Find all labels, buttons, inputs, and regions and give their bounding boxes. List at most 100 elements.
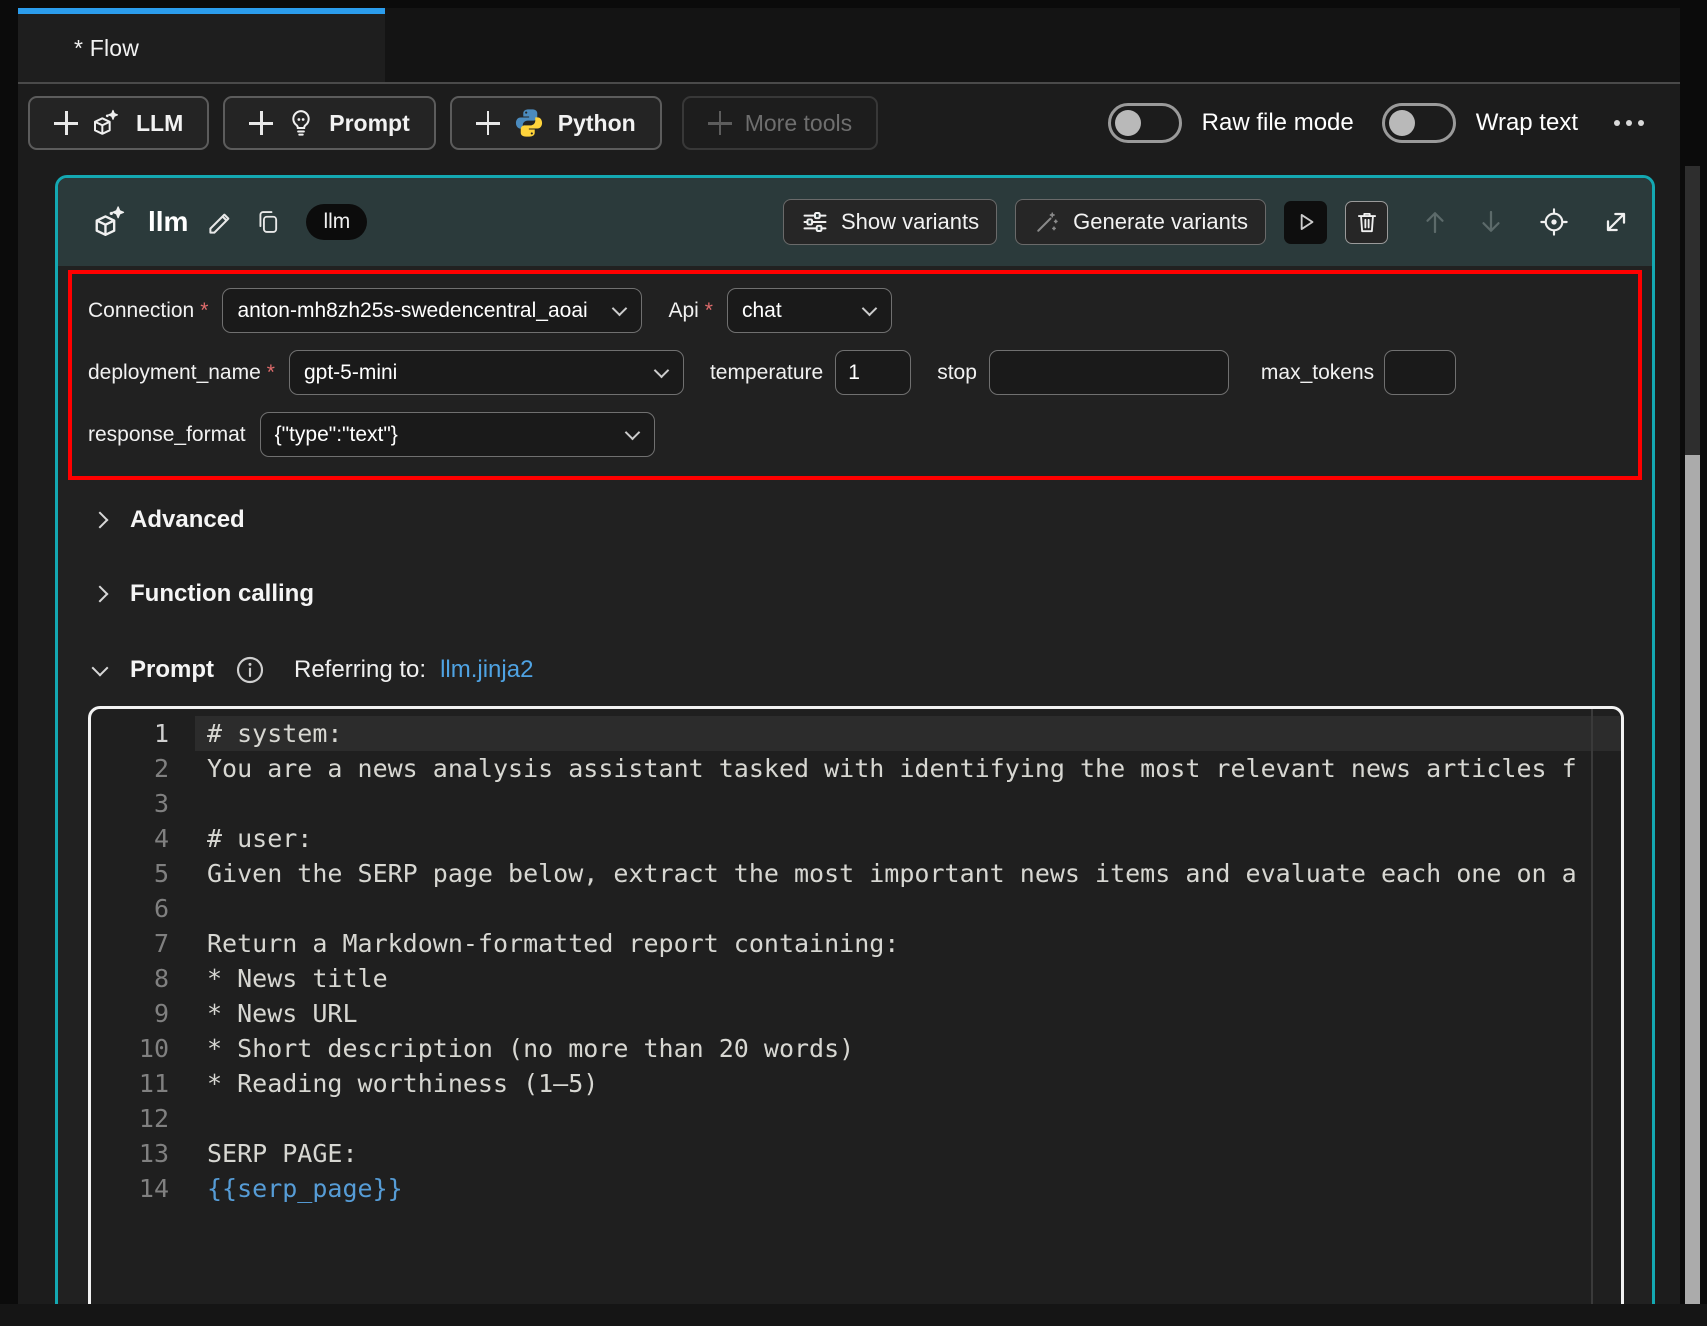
add-llm-label: LLM	[136, 110, 183, 137]
line-number: 13	[91, 1136, 169, 1171]
chevron-down-icon	[92, 660, 109, 677]
code-text	[207, 891, 1589, 926]
stop-label: stop	[937, 361, 977, 385]
move-down-button[interactable]	[1476, 207, 1506, 237]
code-line[interactable]: 9 * News URL	[91, 996, 1621, 1031]
param-row-response-format: response_format {"type":"text"}	[88, 412, 1622, 457]
prompt-bulb-icon	[286, 108, 316, 138]
add-prompt-button[interactable]: Prompt	[223, 96, 436, 150]
line-number: 4	[91, 821, 169, 856]
code-line[interactable]: 5Given the SERP page below, extract the …	[91, 856, 1621, 891]
connection-value: anton-mh8zh25s-swedencentral_aoai	[237, 299, 587, 323]
code-text: Return a Markdown-formatted report conta…	[207, 926, 1589, 961]
sliders-icon	[801, 208, 829, 236]
code-line[interactable]: 8* News title	[91, 961, 1621, 996]
arrow-up-icon	[1420, 207, 1450, 237]
code-line[interactable]: 7Return a Markdown-formatted report cont…	[91, 926, 1621, 961]
code-text	[207, 1101, 1589, 1136]
code-line[interactable]: 1# system:	[91, 716, 1621, 751]
add-python-button[interactable]: Python	[450, 96, 662, 150]
max-tokens-label: max_tokens	[1261, 361, 1374, 385]
api-select[interactable]: chat	[727, 288, 892, 333]
tab-flow[interactable]: * Flow	[18, 8, 385, 82]
prompt-code-editor[interactable]: 1# system:2 You are a news analysis assis…	[88, 706, 1624, 1326]
add-prompt-label: Prompt	[329, 110, 410, 137]
code-line[interactable]: 10* Short description (no more than 20 w…	[91, 1031, 1621, 1066]
line-number: 10	[91, 1031, 169, 1066]
response-format-select[interactable]: {"type":"text"}	[260, 412, 655, 457]
code-line[interactable]: 12	[91, 1101, 1621, 1136]
connection-select[interactable]: anton-mh8zh25s-swedencentral_aoai	[222, 288, 642, 333]
llm-node-card: llm llm	[55, 175, 1655, 1326]
required-marker: *	[200, 299, 208, 323]
locate-node-button[interactable]	[1538, 206, 1570, 238]
show-variants-label: Show variants	[841, 209, 979, 235]
info-icon[interactable]	[234, 654, 266, 686]
horizontal-scrollbar-area[interactable]	[0, 1304, 1707, 1326]
connection-label: Connection	[88, 299, 194, 323]
add-llm-button[interactable]: LLM	[28, 96, 209, 150]
response-format-value: {"type":"text"}	[275, 423, 398, 447]
show-variants-button[interactable]: Show variants	[783, 199, 997, 245]
temperature-input[interactable]	[835, 350, 911, 395]
api-value: chat	[742, 299, 782, 323]
advanced-label: Advanced	[130, 506, 245, 534]
advanced-section-toggle[interactable]: Advanced	[58, 506, 1652, 534]
delete-node-button[interactable]	[1345, 201, 1388, 244]
code-lines: 1# system:2 You are a news analysis assis…	[91, 716, 1621, 1206]
code-line[interactable]: 13SERP PAGE:	[91, 1136, 1621, 1171]
edit-pencil-icon[interactable]	[206, 207, 236, 237]
expand-diagonal-icon	[1600, 206, 1632, 238]
play-icon	[1293, 209, 1319, 235]
code-line[interactable]: 3	[91, 786, 1621, 821]
more-options-button[interactable]	[1614, 120, 1644, 126]
line-number: 14	[91, 1171, 169, 1206]
generate-variants-button[interactable]: Generate variants	[1015, 199, 1266, 245]
line-number: 12	[91, 1101, 169, 1136]
prompt-section-toggle[interactable]: Prompt Referring to: llm.jinja2	[58, 654, 1652, 686]
code-line[interactable]: 4# user:	[91, 821, 1621, 856]
expand-node-button[interactable]	[1600, 206, 1632, 238]
param-row-deployment: deployment_name * gpt-5-mini temperature…	[88, 350, 1622, 395]
raw-file-mode-label: Raw file mode	[1202, 109, 1354, 137]
code-line[interactable]: 2 You are a news analysis assistant taske…	[91, 751, 1621, 786]
move-up-button[interactable]	[1420, 207, 1450, 237]
line-number: 9	[91, 996, 169, 1031]
arrow-down-icon	[1476, 207, 1506, 237]
response-format-label: response_format	[88, 423, 246, 447]
jinja-file-link[interactable]: llm.jinja2	[440, 656, 533, 684]
more-tools-button[interactable]: More tools	[682, 96, 878, 150]
tools-toolbar: LLM Prompt Python	[18, 84, 1680, 162]
code-text: * News URL	[207, 996, 1589, 1031]
copy-icon[interactable]	[254, 208, 282, 236]
line-number: 1	[91, 716, 169, 751]
deployment-name-select[interactable]: gpt-5-mini	[289, 350, 684, 395]
add-python-label: Python	[558, 110, 636, 137]
required-marker: *	[705, 299, 713, 323]
max-tokens-input[interactable]	[1384, 350, 1456, 395]
code-line[interactable]: 11* Reading worthiness (1–5)	[91, 1066, 1621, 1101]
code-line[interactable]: 14{{serp_page}}	[91, 1171, 1621, 1206]
function-calling-section-toggle[interactable]: Function calling	[58, 580, 1652, 608]
line-number: 2	[91, 751, 169, 786]
toggle-knob	[1115, 110, 1141, 136]
chevron-right-icon	[92, 512, 109, 529]
editor-scrollbar-track[interactable]	[1591, 709, 1593, 1326]
plus-icon	[708, 111, 732, 135]
chevron-right-icon	[92, 586, 109, 603]
raw-file-mode-toggle[interactable]	[1108, 103, 1182, 143]
code-text: * Reading worthiness (1–5)	[207, 1066, 1589, 1101]
python-logo-icon	[513, 107, 545, 139]
line-number: 3	[91, 786, 169, 821]
run-node-button[interactable]	[1284, 201, 1327, 244]
llm-cube-icon	[91, 107, 123, 139]
wrap-text-toggle[interactable]	[1382, 103, 1456, 143]
line-number: 5	[91, 856, 169, 891]
code-line[interactable]: 6	[91, 891, 1621, 926]
required-marker: *	[267, 361, 275, 385]
node-type-badge: llm	[306, 204, 367, 240]
code-text: You are a news analysis assistant tasked…	[207, 751, 1589, 786]
stop-input[interactable]	[989, 350, 1229, 395]
locate-target-icon	[1538, 206, 1570, 238]
vertical-scrollbar-thumb[interactable]	[1685, 455, 1700, 1304]
